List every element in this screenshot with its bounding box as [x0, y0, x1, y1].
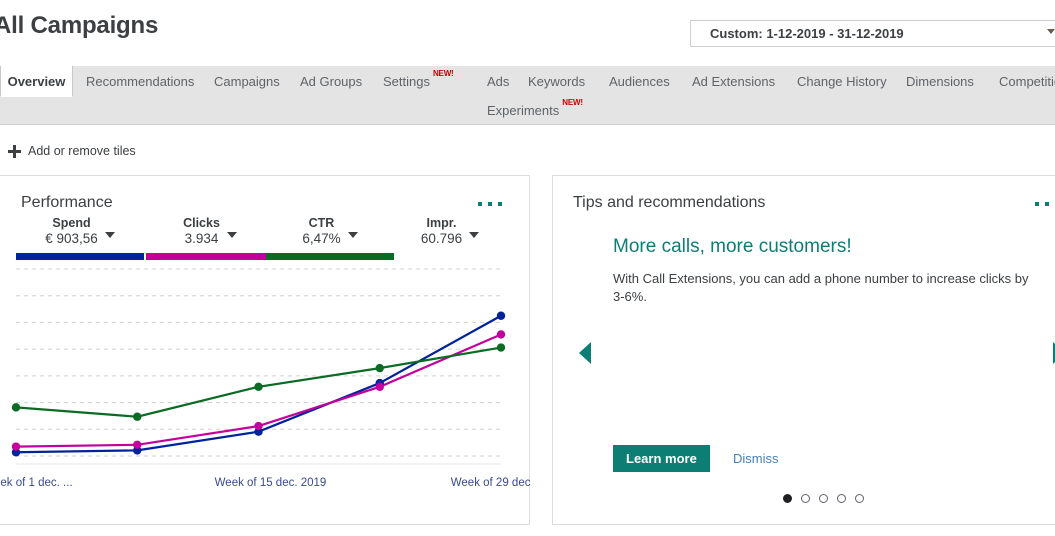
metric-name: Spend: [52, 216, 91, 230]
metric-value: 60.796: [420, 231, 463, 246]
series-line-ctr: [15, 346, 502, 418]
chevron-down-icon[interactable]: [347, 231, 358, 238]
more-options-icon[interactable]: [1035, 202, 1055, 206]
metric-name: Clicks: [183, 216, 220, 230]
tab-label: Overview: [7, 73, 66, 89]
data-point[interactable]: [254, 382, 263, 392]
pager-dot[interactable]: [801, 494, 810, 503]
tip-body: With Call Extensions, you can add a phon…: [613, 271, 1029, 304]
tab-ads[interactable]: Ads: [487, 66, 510, 97]
tab-label: Keywords: [528, 74, 586, 89]
metric-name: Impr.: [426, 216, 457, 230]
data-point[interactable]: [11, 403, 21, 412]
tab-label: Competition: [999, 74, 1055, 89]
new-badge: NEW!: [432, 69, 454, 78]
tab-ad-extensions[interactable]: Ad Extensions: [692, 66, 777, 97]
metric-value: 3.934: [184, 231, 219, 246]
tab-label: Audiences: [609, 74, 670, 89]
tab-experiments[interactable]: Experiments NEW!: [487, 95, 583, 126]
metric-tile-ctr[interactable]: CTR 6,47%: [266, 216, 394, 260]
tab-bar: Overview Recommendations Campaigns Ad Group…: [0, 66, 1055, 125]
data-point[interactable]: [375, 382, 384, 392]
metric-value: € 903,56: [45, 231, 98, 246]
metric-tile-spend[interactable]: Spend € 903,56: [16, 216, 144, 260]
date-range-value: Custom: 1-12-2019 - 31-12-2019: [710, 26, 904, 41]
x-axis-tick-label: Week of 1 dec. ...: [0, 477, 73, 489]
metric-color-bar: [266, 253, 394, 260]
metric-color-bar: [146, 253, 274, 260]
data-point[interactable]: [254, 421, 263, 431]
tab-label: Dimensions: [906, 74, 974, 89]
app-root: All Campaigns Custom: 1-12-2019 - 31-12-…: [0, 0, 1055, 536]
pager-dot[interactable]: [783, 494, 792, 503]
tab-row-primary: Overview Recommendations Campaigns Ad Group…: [0, 66, 1055, 97]
x-axis-tick-label: Week of 29 dec. 2019 ...: [451, 477, 531, 489]
tab-dimensions[interactable]: Dimensions: [906, 66, 979, 97]
learn-more-button[interactable]: Learn more: [613, 445, 710, 472]
pager-dot[interactable]: [837, 494, 846, 503]
tab-keywords[interactable]: Keywords: [528, 66, 589, 97]
metric-tile-clicks[interactable]: Clicks 3.934: [146, 216, 274, 260]
data-point[interactable]: [496, 343, 506, 352]
tab-ad-groups[interactable]: Ad Groups: [300, 66, 365, 97]
tab-label: Campaigns: [214, 74, 280, 89]
data-point[interactable]: [133, 440, 142, 449]
tab-recommendations[interactable]: Recommendations: [86, 66, 195, 97]
performance-card: Performance Spend € 903,56 Clicks 3.934 CTR 6…: [0, 175, 531, 525]
add-or-remove-tiles-button[interactable]: Add or remove tiles: [8, 141, 136, 161]
chevron-down-icon: [1047, 29, 1055, 34]
tab-label: Ad Extensions: [692, 74, 776, 89]
pager-dot[interactable]: [819, 494, 828, 503]
x-axis-tick-label: Week of 15 dec. 2019: [215, 477, 327, 489]
data-point[interactable]: [496, 330, 506, 339]
chevron-down-icon[interactable]: [104, 231, 115, 238]
dismiss-button[interactable]: Dismiss: [733, 445, 779, 472]
tab-change-history[interactable]: Change History: [797, 66, 887, 97]
tips-and-recommendations-card: Tips and recommendations More calls, mor…: [552, 175, 1055, 525]
carousel-pager: [783, 494, 864, 503]
tab-settings[interactable]: Settings NEW!: [383, 66, 461, 97]
performance-card-title: Performance: [21, 194, 113, 211]
more-options-icon[interactable]: [478, 202, 502, 206]
tips-card-title: Tips and recommendations: [573, 194, 766, 211]
tab-competition[interactable]: Competition: [999, 66, 1055, 97]
metric-tiles: Spend € 903,56 Clicks 3.934 CTR 6,47% Impr. 60.…: [0, 216, 531, 260]
tab-overview[interactable]: Overview: [0, 66, 73, 97]
line-chart-svg: Week of 1 dec. ... Week of 15 dec. 2019 We…: [0, 268, 531, 489]
tab-label: Experiments: [487, 103, 560, 118]
metric-color-bar: [16, 253, 144, 260]
tab-row-secondary: Experiments NEW!: [0, 95, 1055, 125]
plus-icon: [8, 144, 21, 158]
tab-audiences[interactable]: Audiences: [609, 66, 672, 97]
data-point[interactable]: [496, 311, 506, 320]
chevron-down-icon[interactable]: [226, 231, 237, 238]
date-range-selector[interactable]: Custom: 1-12-2019 - 31-12-2019: [690, 20, 1055, 47]
tab-label: Change History: [797, 74, 887, 89]
data-point[interactable]: [133, 412, 142, 421]
metric-value: 6,47%: [302, 231, 341, 246]
tab-label: Settings: [383, 74, 430, 89]
chevron-down-icon[interactable]: [469, 231, 480, 238]
tip-heading: More calls, more customers!: [613, 236, 852, 257]
add-or-remove-tiles-label: Add or remove tiles: [28, 144, 136, 158]
pager-dot[interactable]: [855, 494, 864, 503]
new-badge: NEW!: [562, 98, 583, 107]
tab-campaigns[interactable]: Campaigns: [214, 66, 280, 97]
tab-label: Ads: [487, 74, 510, 89]
performance-chart: Week of 1 dec. ... Week of 15 dec. 2019 We…: [0, 261, 531, 501]
page-title: All Campaigns: [0, 12, 159, 39]
data-point[interactable]: [375, 363, 384, 373]
data-point[interactable]: [11, 442, 21, 451]
arrow-left-icon[interactable]: [579, 342, 591, 364]
metric-tile-impr[interactable]: Impr. 60.796: [386, 216, 514, 247]
metric-name: CTR: [308, 216, 335, 230]
tab-label: Ad Groups: [300, 74, 363, 89]
tab-label: Recommendations: [86, 74, 195, 89]
